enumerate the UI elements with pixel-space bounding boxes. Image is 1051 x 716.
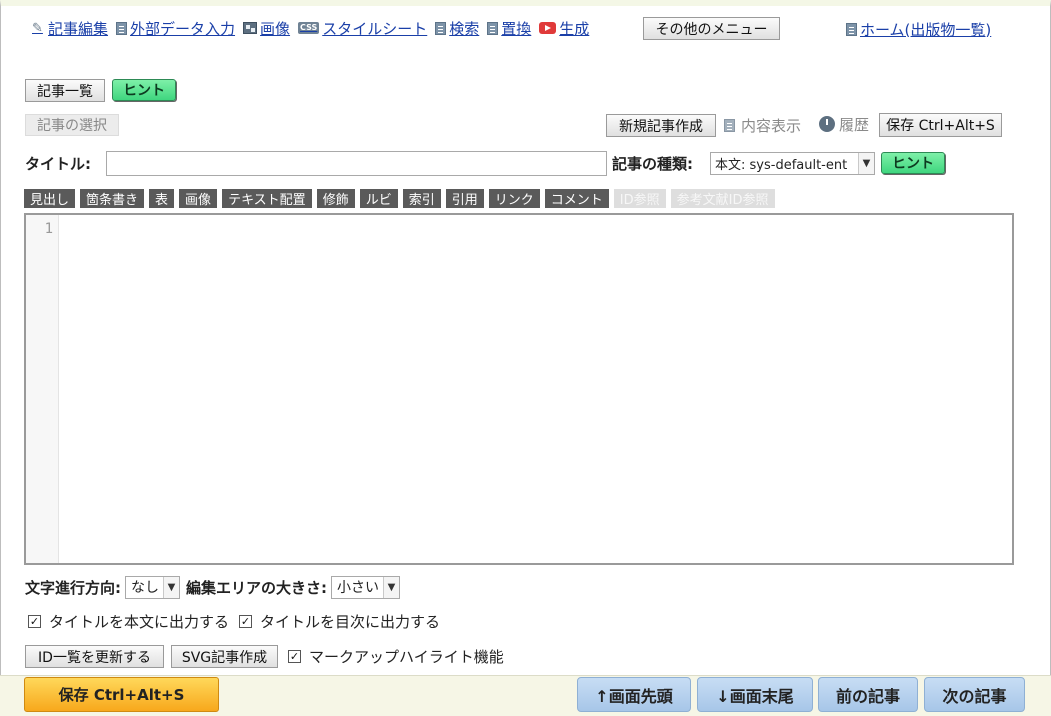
nav-images[interactable]: 画像 [243, 18, 290, 39]
document-icon [116, 21, 128, 35]
show-content-link[interactable]: 内容表示 [724, 114, 801, 136]
save-button-top[interactable]: 保存 Ctrl+Alt+S [879, 113, 1002, 137]
history-label: 履歴 [839, 115, 870, 134]
markup-toolbar: 見出し 箇条書き表画像 テキスト配置 修飾 ルビ 索引 引用 リンク コメント ID参照 参考文献I… [24, 189, 780, 208]
editor-options-row: 文字進行方向: なし ▼ 編集エリアの大きさ: 小さい ▼ [25, 575, 406, 599]
article-kind-value: 本文: sys-default-ent [715, 158, 848, 173]
chevron-down-icon: ▼ [383, 576, 399, 598]
nav-label: ホーム(出版物一覧) [860, 20, 992, 39]
line-number-gutter: 1 [26, 215, 59, 563]
toolbar-button[interactable]: 引用 [445, 189, 484, 208]
save-button-bottom[interactable]: 保存 Ctrl+Alt+S [24, 677, 219, 712]
hint-button[interactable]: ヒント [112, 79, 176, 101]
toolbar-button: 参考文献ID参照 [670, 189, 775, 208]
toolbar-button[interactable]: ルビ [359, 189, 398, 208]
next-article-button[interactable]: 次の記事 [924, 677, 1025, 712]
title-output-options: ✓ タイトルを本文に出力する ✓ タイトルを目次に出力する [28, 610, 450, 632]
update-id-list-button[interactable]: ID一覧を更新する [25, 645, 164, 668]
hint-button-kind[interactable]: ヒント [881, 152, 945, 174]
prev-article-button[interactable]: 前の記事 [818, 677, 918, 712]
document-icon [487, 21, 499, 35]
scroll-bottom-button[interactable]: ↓画面末尾 [697, 677, 813, 712]
create-svg-article-button[interactable]: SVG記事作成 [171, 645, 278, 668]
article-kind-label: 記事の種類: [612, 154, 693, 173]
toolbar-button[interactable]: 表 [149, 189, 175, 208]
nav-home[interactable]: ホーム(出版物一覧) [846, 17, 991, 41]
toolbar-button[interactable]: コメント [544, 189, 609, 208]
title-body-checkbox[interactable]: ✓ [28, 614, 41, 628]
nav-external-data[interactable]: 外部データ入力 [116, 18, 235, 39]
title-body-label: タイトルを本文に出力する [49, 612, 230, 631]
play-icon [539, 22, 557, 34]
toolbar-button[interactable]: 索引 [402, 189, 441, 208]
show-content-label: 内容表示 [741, 116, 802, 135]
editor-size-label: 編集エリアの大きさ: [186, 578, 327, 597]
text-direction-value: なし [131, 580, 159, 596]
line-number: 1 [44, 221, 53, 237]
chevron-down-icon: ▼ [858, 153, 874, 174]
toolbar-button[interactable]: 見出し [24, 189, 76, 208]
pencil-icon: ✎ [32, 20, 43, 36]
nav-replace[interactable]: 置換 [487, 18, 531, 39]
article-list-button[interactable]: 記事一覧 [25, 79, 105, 102]
title-toc-label: タイトルを目次に出力する [260, 612, 441, 631]
document-icon [724, 118, 735, 132]
nav-search[interactable]: 検索 [435, 18, 479, 39]
toolbar-button[interactable]: リンク [488, 189, 540, 208]
article-kind-select[interactable]: 本文: sys-default-ent ▼ [710, 152, 875, 175]
chevron-down-icon: ▼ [163, 576, 179, 598]
css-icon: CSS [298, 22, 320, 34]
nav-label: 検索 [449, 19, 480, 38]
other-menu-button[interactable]: その他のメニュー [643, 17, 780, 40]
image-icon [243, 22, 258, 34]
book-icon [846, 22, 857, 36]
text-direction-select[interactable]: なし ▼ [125, 575, 180, 599]
markup-highlight-checkbox[interactable]: ✓ [288, 649, 301, 663]
nav-label: 置換 [501, 19, 532, 38]
nav-label: 画像 [260, 19, 291, 38]
select-article-button[interactable]: 記事の選択 [25, 114, 119, 136]
toolbar-button[interactable]: 画像 [179, 189, 218, 208]
toolbar-button[interactable]: テキスト配置 [222, 189, 312, 208]
toolbar-button[interactable]: 箇条書き [80, 189, 145, 208]
nav-generate[interactable]: 生成 [539, 18, 589, 39]
title-toc-checkbox[interactable]: ✓ [239, 614, 253, 628]
title-input[interactable] [106, 151, 607, 176]
nav-edit-article[interactable]: ✎ 記事編集 [32, 18, 108, 39]
markup-highlight-label: マークアップハイライト機能 [309, 647, 504, 666]
nav-label: スタイルシート [322, 19, 428, 38]
new-article-button[interactable]: 新規記事作成 [606, 114, 716, 137]
document-icon [435, 21, 447, 35]
text-direction-label: 文字進行方向: [25, 578, 121, 597]
scroll-top-button[interactable]: ↑画面先頭 [577, 677, 691, 712]
editor-size-select[interactable]: 小さい ▼ [331, 575, 400, 599]
editor-size-value: 小さい [337, 580, 379, 596]
nav-label: 生成 [559, 19, 590, 38]
nav-label: 外部データ入力 [130, 19, 236, 38]
editor-area[interactable]: 1 [24, 213, 1014, 565]
clock-icon [819, 116, 835, 132]
toolbar-button[interactable]: 修飾 [316, 189, 355, 208]
top-nav: ✎ 記事編集 外部データ入力 画像 CSS スタイルシート 検索 置換 生成 [32, 16, 597, 40]
history-link[interactable]: 履歴 [819, 112, 869, 136]
markup-highlight-option: ✓ マークアップハイライト機能 [288, 645, 504, 667]
nav-label: 記事編集 [48, 19, 109, 38]
title-label: タイトル: [25, 154, 91, 173]
toolbar-button: ID参照 [613, 189, 666, 208]
nav-stylesheet[interactable]: CSS スタイルシート [298, 18, 427, 39]
